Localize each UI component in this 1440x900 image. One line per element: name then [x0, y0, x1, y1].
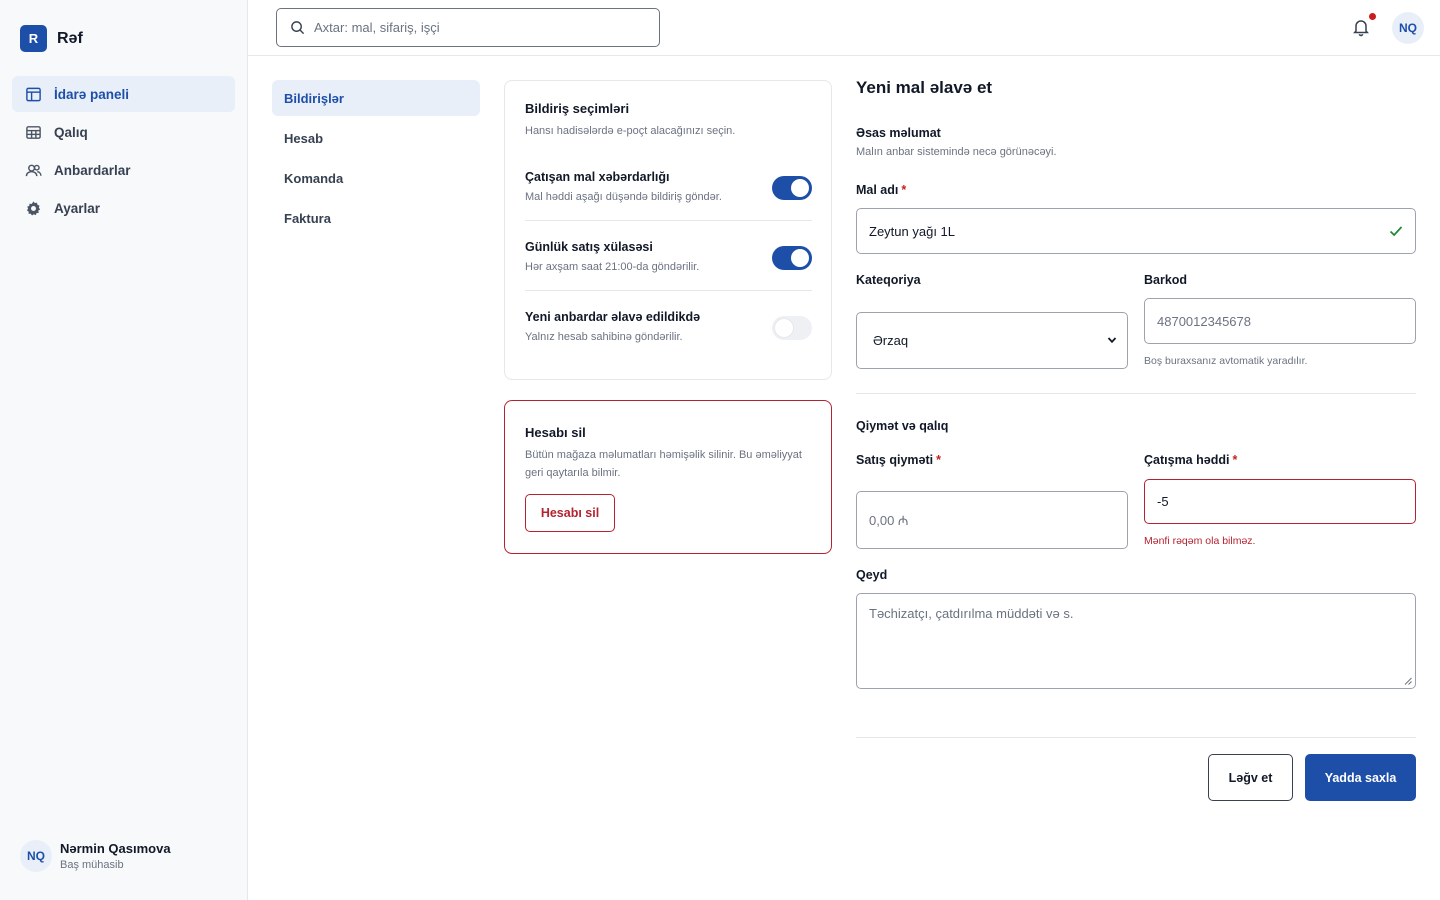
- tab-notifications[interactable]: Bildirişlər: [272, 80, 480, 116]
- note-label: Qeyd: [856, 568, 888, 582]
- option-title: Günlük satış xülasəsi: [525, 240, 653, 254]
- label-text: Mal adı: [856, 183, 899, 197]
- tab-billing[interactable]: Faktura: [272, 200, 480, 236]
- brand[interactable]: R Rəf: [20, 25, 83, 52]
- user-name: Nərmin Qasımova: [60, 841, 171, 856]
- divider: [525, 290, 812, 291]
- required-mark: *: [936, 453, 941, 467]
- search-icon: [291, 21, 305, 35]
- notification-option: Yeni anbardar əlavə edildikdə Yalnız hes…: [525, 310, 812, 343]
- search-box[interactable]: [276, 8, 660, 47]
- avatar: NQ: [1392, 12, 1424, 44]
- note-textarea[interactable]: [869, 594, 1415, 674]
- sidebar-nav: İdarə paneli Qalıq Anbardarlar Ayarlar: [12, 76, 235, 228]
- users-icon: [25, 164, 42, 176]
- threshold-input[interactable]: [1157, 494, 1415, 509]
- daily-summary-toggle[interactable]: [772, 246, 812, 270]
- label-text: Satış qiyməti: [856, 453, 934, 467]
- option-subtitle: Mal həddi aşağı düşəndə bildiriş göndər.: [525, 191, 722, 203]
- notification-preferences-card: Bildiriş seçimləri Hansı hadisələrdə e-p…: [504, 80, 832, 380]
- option-subtitle: Yalnız hesab sahibinə göndərilir.: [525, 331, 683, 343]
- threshold-field[interactable]: [1144, 479, 1416, 524]
- category-select-box[interactable]: Ərzaq: [856, 312, 1128, 369]
- sidebar-item-dashboard[interactable]: İdarə paneli: [12, 76, 235, 112]
- card-title: Hesabı sil: [525, 425, 586, 440]
- delete-account-button[interactable]: Hesabı sil: [525, 494, 615, 533]
- bell-icon[interactable]: [1351, 17, 1371, 37]
- toggle-knob: [775, 319, 793, 337]
- brand-name: Rəf: [57, 29, 83, 47]
- settings-nav: Bildirişlər Hesab Komanda Faktura: [272, 80, 480, 240]
- note-field[interactable]: [856, 593, 1416, 689]
- barcode-hint: Boş buraxsanız avtomatik yaradılır.: [1144, 355, 1308, 367]
- resize-grip-icon[interactable]: [1404, 677, 1412, 685]
- card-subtitle: Hansı hadisələrdə e-poçt alacağınızı seç…: [525, 125, 736, 137]
- required-mark: *: [901, 183, 907, 197]
- check-icon: [1389, 226, 1403, 237]
- product-name-input[interactable]: [869, 223, 1415, 239]
- layout-icon: [26, 87, 41, 101]
- price-field[interactable]: [856, 491, 1128, 549]
- threshold-error: Mənfi rəqəm ola bilməz.: [1144, 535, 1256, 547]
- sidebar-item-label: Ayarlar: [54, 200, 101, 216]
- sidebar-item-label: Anbardarlar: [54, 162, 131, 178]
- product-name-field[interactable]: [856, 208, 1416, 254]
- cancel-button[interactable]: Ləğv et: [1208, 754, 1293, 801]
- label-text: Çatışma həddi: [1144, 453, 1230, 467]
- section-subtitle: Malın anbar sistemində necə görünəcəyi.: [856, 146, 1057, 158]
- sidebar-item-label: Qalıq: [54, 124, 88, 140]
- category-select[interactable]: Ərzaq: [857, 313, 1127, 368]
- divider: [856, 737, 1416, 738]
- save-button[interactable]: Yadda saxla: [1305, 754, 1416, 801]
- product-name-label: Mal adı *: [856, 183, 906, 197]
- notification-option: Çatışan mal xəbərdarlığı Mal həddi aşağı…: [525, 170, 812, 203]
- tab-team[interactable]: Komanda: [272, 160, 480, 196]
- sidebar-item-stock[interactable]: Qalıq: [12, 114, 235, 150]
- option-title: Yeni anbardar əlavə edildikdə: [525, 310, 701, 324]
- topbar: NQ: [248, 0, 1440, 56]
- price-input[interactable]: [869, 512, 1127, 528]
- sidebar: R Rəf İdarə paneli Qalıq Anbardarlar Aya…: [0, 0, 248, 900]
- search-input[interactable]: [314, 20, 634, 35]
- sidebar-item-warehouse-staff[interactable]: Anbardarlar: [12, 152, 235, 188]
- sidebar-item-label: İdarə paneli: [54, 86, 130, 102]
- threshold-label: Çatışma həddi *: [1144, 453, 1237, 467]
- section-title: Əsas məlumat: [856, 126, 941, 140]
- option-title: Çatışan mal xəbərdarlığı: [525, 170, 670, 184]
- notification-dot: [1369, 13, 1376, 20]
- user-role: Baş mühasib: [60, 859, 124, 871]
- barcode-field[interactable]: [1144, 298, 1416, 344]
- divider: [525, 220, 812, 221]
- notification-option: Günlük satış xülasəsi Hər axşam saat 21:…: [525, 240, 812, 273]
- divider: [856, 393, 1416, 394]
- gear-icon: [26, 200, 41, 215]
- low-stock-toggle[interactable]: [772, 176, 812, 200]
- brand-logo: R: [20, 25, 47, 52]
- table-icon: [26, 125, 41, 139]
- toggle-knob: [791, 179, 809, 197]
- price-label: Satış qiyməti *: [856, 453, 941, 467]
- avatar: NQ: [20, 840, 52, 872]
- barcode-input[interactable]: [1157, 313, 1415, 329]
- tab-account[interactable]: Hesab: [272, 120, 480, 156]
- barcode-label: Barkod: [1144, 273, 1188, 287]
- card-title: Bildiriş seçimləri: [525, 101, 630, 116]
- card-description: Bütün mağaza məlumatları həmişəlik silin…: [525, 449, 802, 479]
- form-title: Yeni mal əlavə et: [856, 78, 993, 97]
- top-avatar[interactable]: NQ: [1392, 12, 1424, 44]
- toggle-knob: [791, 249, 809, 267]
- option-subtitle: Hər axşam saat 21:00-da göndərilir.: [525, 261, 700, 273]
- new-staff-toggle[interactable]: [772, 316, 812, 340]
- section-title: Qiymət və qalıq: [856, 419, 949, 433]
- required-mark: *: [1232, 453, 1238, 467]
- delete-account-card: Hesabı sil Bütün mağaza məlumatları həmi…: [504, 400, 832, 554]
- sidebar-item-settings[interactable]: Ayarlar: [12, 190, 235, 226]
- category-label: Kateqoriya: [856, 273, 921, 287]
- current-user[interactable]: NQ Nərmin Qasımova Baş mühasib: [20, 840, 171, 872]
